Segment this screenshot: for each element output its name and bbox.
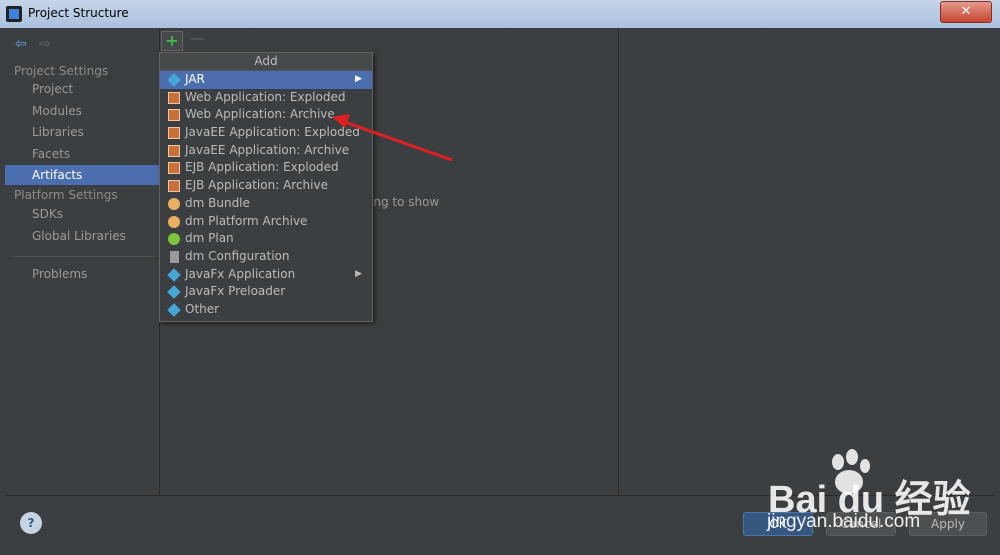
submenu-arrow-icon: ▶ (355, 74, 362, 84)
help-button[interactable]: ? (20, 512, 42, 534)
menu-item-dm-bundle[interactable]: dm Bundle (160, 195, 372, 213)
menu-item-label: JavaEE Application: Exploded (185, 125, 360, 140)
config-file-icon (170, 250, 179, 263)
ejb-package-icon (168, 162, 180, 175)
artifact-diamond-icon (167, 73, 181, 87)
menu-item-javaee-archive[interactable]: JavaEE Application: Archive (160, 142, 372, 160)
bundle-icon (168, 197, 180, 210)
sidebar-item-modules[interactable]: Modules (5, 101, 159, 121)
sidebar-item-sdks[interactable]: SDKs (5, 204, 159, 224)
menu-item-label: JavaEE Application: Archive (185, 142, 350, 157)
menu-item-label: dm Bundle (185, 195, 250, 210)
menu-item-label: JAR (185, 72, 205, 86)
menu-items: JAR ▶ Web Application: Exploded Web Appli… (160, 71, 372, 319)
sidebar-item-libraries[interactable]: Libraries (5, 122, 159, 142)
empty-state-text: ing to show (370, 195, 440, 209)
details-panel (619, 28, 995, 495)
bundle-icon (168, 215, 180, 228)
menu-item-label: JavaFx Application (185, 266, 296, 281)
sidebar-item-global-libraries[interactable]: Global Libraries (5, 226, 159, 246)
window-title: Project Structure (28, 6, 129, 20)
sidebar-item-artifacts[interactable]: Artifacts (5, 165, 159, 185)
menu-item-label: dm Configuration (185, 248, 290, 263)
watermark-url: jingyan.baidu.com (767, 511, 921, 532)
menu-item-label: JavaFx Preloader (185, 284, 286, 299)
menu-item-ejb-archive[interactable]: EJB Application: Archive (160, 177, 372, 195)
project-settings-title: Project Settings (14, 64, 109, 78)
arrow-left-icon[interactable]: ⇦ (15, 36, 27, 52)
menu-item-label: EJB Application: Archive (185, 178, 328, 193)
menu-item-web-archive[interactable]: Web Application: Archive (160, 106, 372, 124)
menu-item-dm-plan[interactable]: dm Plan (160, 230, 372, 248)
ear-package-icon (168, 144, 180, 157)
remove-artifact-button[interactable]: — (190, 31, 204, 47)
sidebar: ⇦ ⇨ Project Settings Project Modules Lib… (5, 28, 160, 495)
sidebar-item-problems[interactable]: Problems (5, 264, 159, 284)
menu-item-javaee-exploded[interactable]: JavaEE Application: Exploded (160, 124, 372, 142)
menu-item-other[interactable]: Other (160, 301, 372, 319)
sidebar-divider (14, 256, 154, 257)
add-artifact-button[interactable]: + (161, 31, 183, 51)
ejb-package-icon (168, 180, 180, 193)
plan-icon (168, 233, 180, 246)
menu-item-jar[interactable]: JAR ▶ (160, 71, 372, 89)
submenu-arrow-icon: ▶ (355, 268, 362, 279)
menu-item-web-exploded[interactable]: Web Application: Exploded (160, 89, 372, 107)
add-artifact-menu: Add JAR ▶ Web Application: Exploded Web A… (159, 52, 373, 322)
menu-item-label: EJB Application: Exploded (185, 160, 339, 175)
menu-item-label: dm Plan (185, 231, 234, 246)
menu-item-label: Web Application: Exploded (185, 89, 346, 104)
menu-item-label: Other (185, 301, 220, 316)
title-bar: Project Structure ✕ (0, 0, 1000, 28)
intellij-app-icon (6, 6, 22, 22)
sidebar-item-project[interactable]: Project (5, 79, 159, 99)
artifact-diamond-icon (167, 303, 181, 317)
platform-settings-title: Platform Settings (14, 188, 118, 202)
close-button[interactable]: ✕ (940, 1, 992, 23)
artifact-diamond-icon (167, 267, 181, 282)
menu-item-dm-configuration[interactable]: dm Configuration (160, 248, 372, 266)
war-package-icon (168, 109, 180, 122)
menu-item-javafx-application[interactable]: JavaFx Application ▶ (160, 266, 372, 284)
war-package-icon (168, 91, 180, 104)
ear-package-icon (168, 127, 180, 140)
sidebar-item-facets[interactable]: Facets (5, 144, 159, 164)
menu-item-javafx-preloader[interactable]: JavaFx Preloader (160, 283, 372, 301)
menu-item-ejb-exploded[interactable]: EJB Application: Exploded (160, 159, 372, 177)
menu-item-label: Web Application: Archive (185, 107, 335, 122)
menu-item-dm-platform-archive[interactable]: dm Platform Archive (160, 213, 372, 231)
menu-item-label: dm Platform Archive (185, 213, 308, 228)
artifact-diamond-icon (167, 285, 181, 300)
menu-header: Add (160, 53, 372, 71)
arrow-right-icon[interactable]: ⇨ (39, 36, 51, 52)
